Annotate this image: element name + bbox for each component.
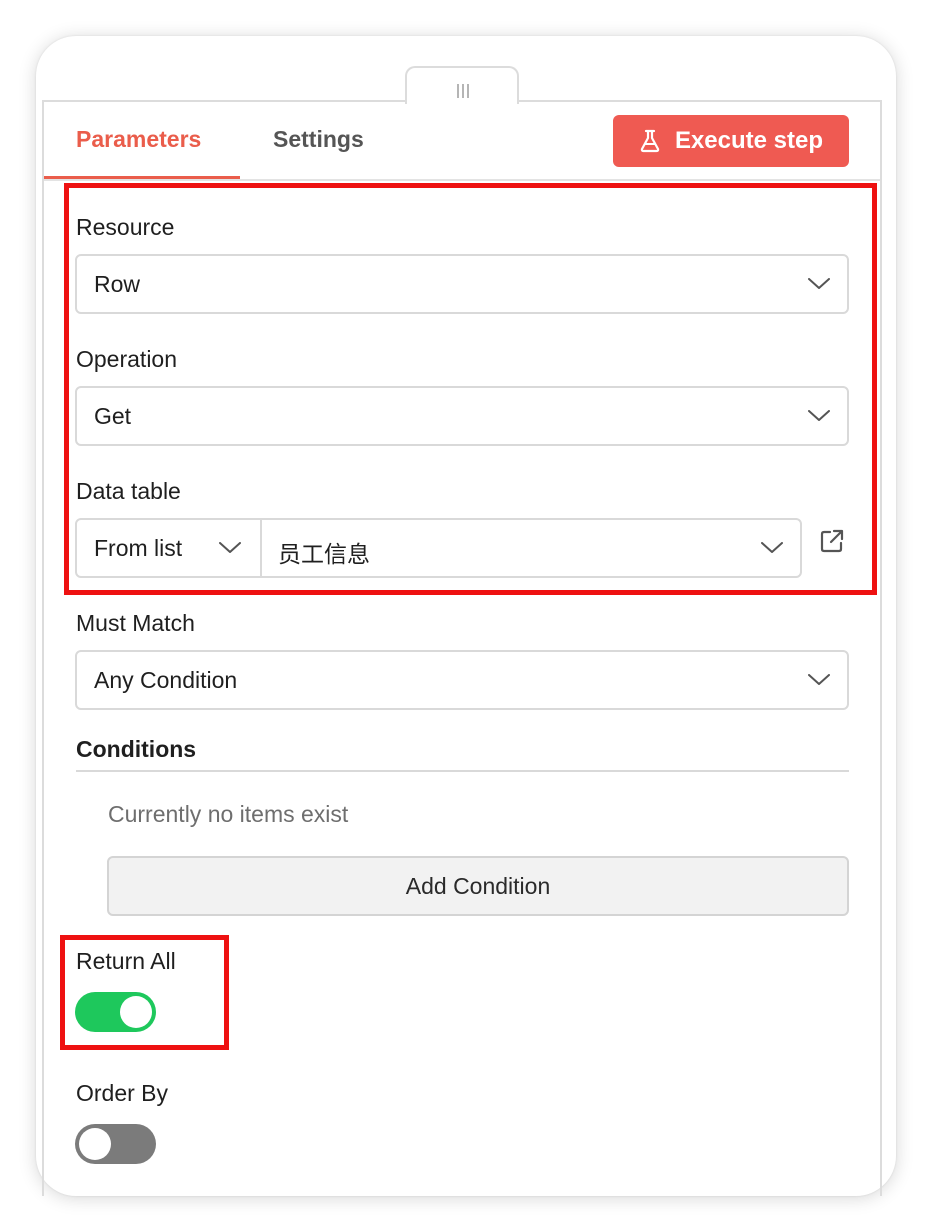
highlight-box [60, 935, 229, 1050]
panel-drag-handle[interactable] [405, 66, 519, 104]
order-by-toggle[interactable] [75, 1124, 156, 1164]
tab-parameters[interactable]: Parameters [76, 126, 201, 153]
toggle-knob [79, 1128, 111, 1160]
grip-icon [457, 84, 471, 98]
add-condition-button[interactable]: Add Condition [107, 856, 849, 916]
execute-step-label: Execute step [674, 127, 824, 154]
panel-right-border [880, 100, 882, 1196]
conditions-divider [76, 770, 849, 772]
panel-left-border [42, 100, 44, 1196]
must-match-label: Must Match [76, 610, 195, 636]
order-by-label: Order By [76, 1080, 169, 1106]
must-match-value: Any Condition [94, 667, 238, 693]
tabs-divider [44, 179, 880, 181]
highlight-box [64, 183, 877, 595]
must-match-select[interactable]: Any Condition [75, 650, 849, 710]
chevron-down-icon [808, 674, 830, 685]
conditions-title: Conditions [76, 736, 197, 762]
execute-step-button[interactable]: Execute step [613, 115, 849, 167]
tab-settings[interactable]: Settings [273, 126, 364, 153]
flask-icon [640, 129, 660, 153]
conditions-empty-text: Currently no items exist [108, 801, 349, 827]
